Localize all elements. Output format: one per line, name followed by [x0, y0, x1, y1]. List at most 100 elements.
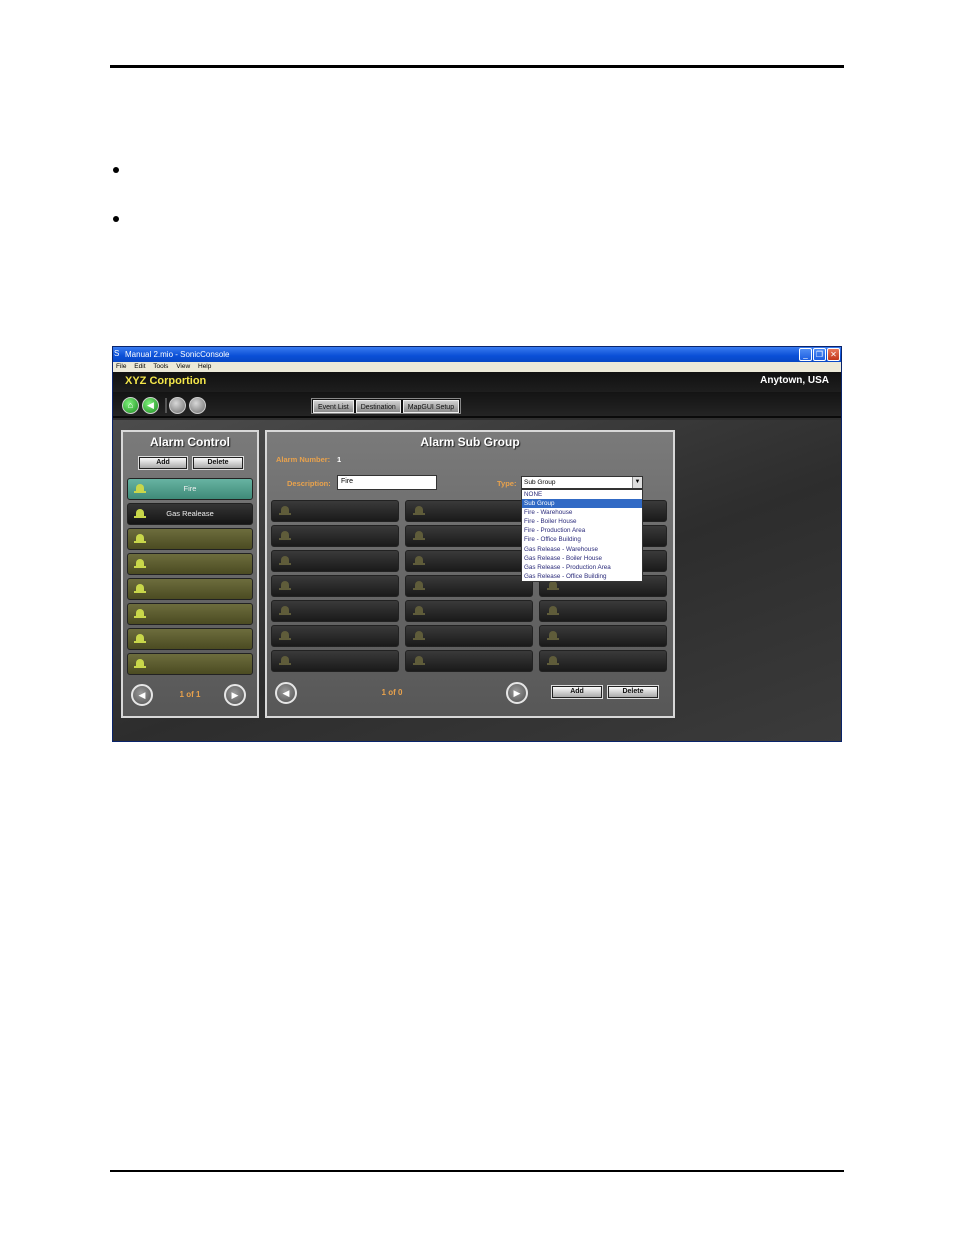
home-icon[interactable]: ⌂ [122, 397, 139, 414]
window-title: Manual 2.mio - SonicConsole [125, 350, 230, 359]
alarm-prev-icon[interactable]: ◀ [131, 684, 153, 706]
tab-mapgui-setup[interactable]: MapGUI Setup [402, 400, 460, 413]
alarm-bell-icon [133, 509, 147, 519]
alarm-bell-icon [278, 656, 292, 666]
sub-group-slot[interactable] [271, 500, 399, 522]
disabled-button-icon[interactable] [189, 397, 206, 414]
disabled-button-icon[interactable] [169, 397, 186, 414]
sub-group-slot[interactable] [271, 525, 399, 547]
sub-group-slot[interactable] [405, 575, 533, 597]
alarm-delete-button[interactable]: Delete [193, 457, 243, 469]
company-name: XYZ Corportion [125, 375, 207, 387]
title-bar[interactable]: S Manual 2.mio - SonicConsole _ ❐ ✕ [113, 347, 841, 362]
alarm-item-gas-release[interactable]: Gas Realease [127, 503, 253, 525]
alarm-bell-icon [412, 656, 426, 666]
sub-group-slot[interactable] [271, 600, 399, 622]
type-option[interactable]: Fire - Boiler House [522, 517, 642, 526]
alarm-item-label: Fire [183, 484, 197, 493]
alarm-bell-icon [133, 584, 147, 594]
chevron-down-icon[interactable]: ▼ [632, 477, 642, 488]
type-option[interactable]: Gas Release - Production Area [522, 563, 642, 572]
alarm-item-label: Gas Realease [166, 509, 214, 518]
alarm-item-empty[interactable] [127, 653, 253, 675]
sub-group-slot[interactable] [405, 600, 533, 622]
type-option[interactable]: Fire - Office Building [522, 535, 642, 544]
type-dropdown-list: NONE Sub Group Fire - Warehouse Fire - B… [521, 489, 643, 582]
type-option[interactable]: Gas Release - Warehouse [522, 545, 642, 554]
alarm-item-empty[interactable] [127, 553, 253, 575]
type-option[interactable]: Gas Release - Boiler House [522, 554, 642, 563]
sub-group-slot[interactable] [405, 525, 533, 547]
sub-group-pager: 1 of 0 [381, 688, 403, 697]
menu-file[interactable]: File [116, 363, 126, 370]
menu-view[interactable]: View [176, 363, 190, 370]
sub-group-slot[interactable] [405, 650, 533, 672]
page-bottom-rule [110, 1170, 844, 1172]
alarm-bell-icon [278, 556, 292, 566]
alarm-item-empty[interactable] [127, 628, 253, 650]
toolbar: ⌂ ◀ Event List Destination MapGUI Setup [113, 392, 841, 418]
close-button[interactable]: ✕ [827, 348, 840, 361]
sub-group-slot[interactable] [539, 650, 667, 672]
menu-edit[interactable]: Edit [134, 363, 145, 370]
alarm-bell-icon [278, 631, 292, 641]
tab-destination[interactable]: Destination [355, 400, 401, 413]
sub-group-prev-icon[interactable]: ◀ [275, 682, 297, 704]
type-select-value: Sub Group [524, 479, 556, 486]
type-option-selected[interactable]: Sub Group [522, 499, 642, 509]
alarm-item-empty[interactable] [127, 603, 253, 625]
alarm-bell-icon [412, 606, 426, 616]
alarm-bell-icon [133, 559, 147, 569]
sub-group-slot[interactable] [405, 500, 533, 522]
type-label: Type: [497, 479, 517, 488]
alarm-number-value: 1 [337, 455, 342, 464]
alarm-bell-icon [412, 581, 426, 591]
sub-group-slot[interactable] [539, 600, 667, 622]
sub-group-slot[interactable] [271, 575, 399, 597]
sub-group-add-button[interactable]: Add [552, 686, 602, 698]
minimize-button[interactable]: _ [799, 348, 812, 361]
menu-bar: File Edit Tools View Help [113, 362, 841, 372]
alarm-bell-icon [133, 534, 147, 544]
type-select[interactable]: Sub Group ▼ [521, 476, 643, 489]
alarm-bell-icon [546, 581, 560, 591]
alarm-bell-icon [278, 506, 292, 516]
sub-group-next-icon[interactable]: ▶ [506, 682, 528, 704]
restore-button[interactable]: ❐ [813, 348, 826, 361]
alarm-number-label: Alarm Number: [276, 455, 331, 464]
sub-group-delete-button[interactable]: Delete [608, 686, 658, 698]
app-icon: S [114, 349, 120, 358]
sub-group-slot[interactable] [405, 550, 533, 572]
sub-group-slot[interactable] [405, 625, 533, 647]
alarm-add-button[interactable]: Add [139, 457, 187, 469]
sub-group-slot[interactable] [271, 650, 399, 672]
type-option[interactable]: Gas Release - Office Building [522, 572, 642, 581]
alarm-item-empty[interactable] [127, 528, 253, 550]
sub-group-slot[interactable] [271, 625, 399, 647]
tab-event-list[interactable]: Event List [313, 400, 354, 413]
alarm-bell-icon [412, 631, 426, 641]
description-input[interactable]: Fire [337, 475, 437, 490]
alarm-item-empty[interactable] [127, 578, 253, 600]
menu-help[interactable]: Help [198, 363, 211, 370]
sub-group-slot[interactable] [539, 625, 667, 647]
bullet-1 [113, 167, 119, 173]
alarm-control-title: Alarm Control [149, 435, 230, 449]
header-bar: XYZ Corportion Anytown, USA [113, 372, 841, 392]
toolbar-divider [165, 398, 167, 413]
alarm-sub-group-panel: Alarm Sub Group Alarm Number: 1 Descript… [265, 430, 675, 718]
alarm-bell-icon [546, 656, 560, 666]
window-controls: _ ❐ ✕ [799, 348, 840, 361]
menu-tools[interactable]: Tools [153, 363, 168, 370]
alarm-bell-icon [278, 531, 292, 541]
type-option[interactable]: NONE [522, 490, 642, 499]
app-window: S Manual 2.mio - SonicConsole _ ❐ ✕ File… [112, 346, 842, 742]
type-option[interactable]: Fire - Warehouse [522, 508, 642, 517]
alarm-item-fire[interactable]: Fire [127, 478, 253, 500]
sub-group-slot[interactable] [271, 550, 399, 572]
alarm-bell-icon [412, 556, 426, 566]
alarm-next-icon[interactable]: ▶ [224, 684, 246, 706]
alarm-control-panel: Alarm Control Add Delete Fire Gas Realea… [121, 430, 259, 718]
type-option[interactable]: Fire - Production Area [522, 526, 642, 535]
back-arrow-icon[interactable]: ◀ [142, 397, 159, 414]
